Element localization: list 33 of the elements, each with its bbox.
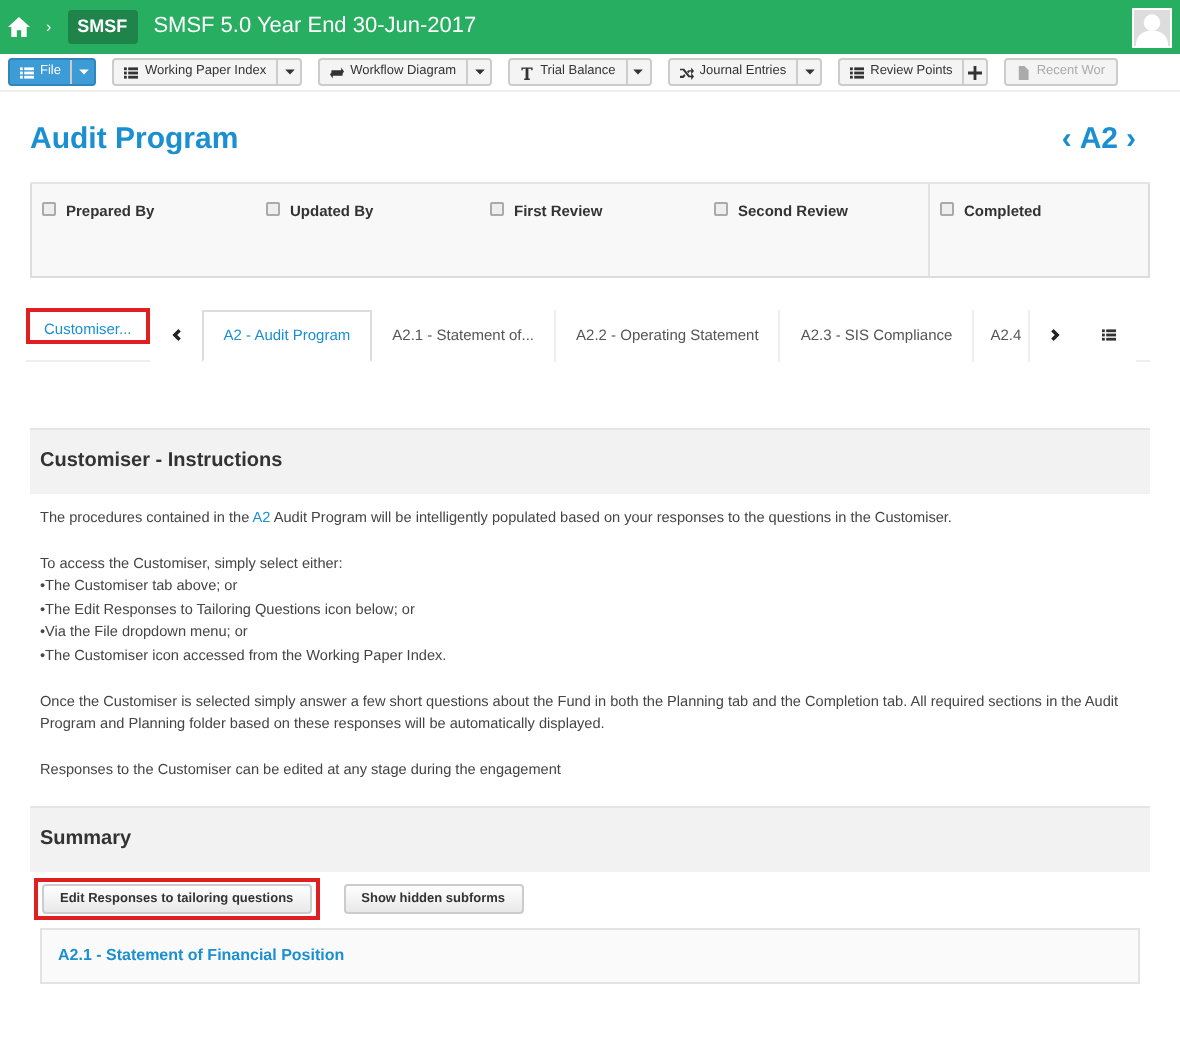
user-avatar[interactable] [1132, 7, 1172, 47]
app-badge: SMSF [67, 9, 138, 45]
section-header: Summary [30, 805, 1150, 871]
page-code: A2 [1079, 120, 1118, 160]
caret-icon [473, 66, 486, 78]
plus-icon [968, 65, 983, 79]
text-icon [520, 65, 535, 79]
home-icon [8, 16, 30, 38]
next-button[interactable]: › [1118, 118, 1144, 163]
checkbox[interactable] [714, 201, 728, 215]
list-icon [20, 65, 34, 79]
page-title: Audit Program [30, 120, 239, 160]
caret-icon [632, 66, 645, 78]
checkbox[interactable] [490, 201, 504, 215]
caret-icon [283, 66, 296, 78]
section-header: Customiser - Instructions [30, 427, 1150, 493]
breadcrumb-separator: › [46, 15, 52, 39]
document-icon [1016, 65, 1031, 79]
loop-icon [330, 65, 345, 79]
list-icon [850, 65, 865, 79]
checkbox[interactable] [42, 201, 56, 215]
list-icon [1102, 328, 1117, 342]
caret-icon [803, 66, 816, 78]
shuffle-icon [679, 65, 694, 79]
add-button[interactable] [962, 60, 987, 84]
caret-icon [77, 66, 90, 78]
checkbox[interactable] [266, 201, 280, 215]
checkbox[interactable] [940, 201, 954, 215]
chevron-left-icon [169, 328, 182, 342]
chevron-right-icon [1050, 328, 1063, 342]
previous-button[interactable]: ‹ [1053, 118, 1080, 163]
window-title: SMSF 5.0 Year End 30-Jun-2017 [153, 12, 477, 43]
list-icon [124, 65, 139, 79]
